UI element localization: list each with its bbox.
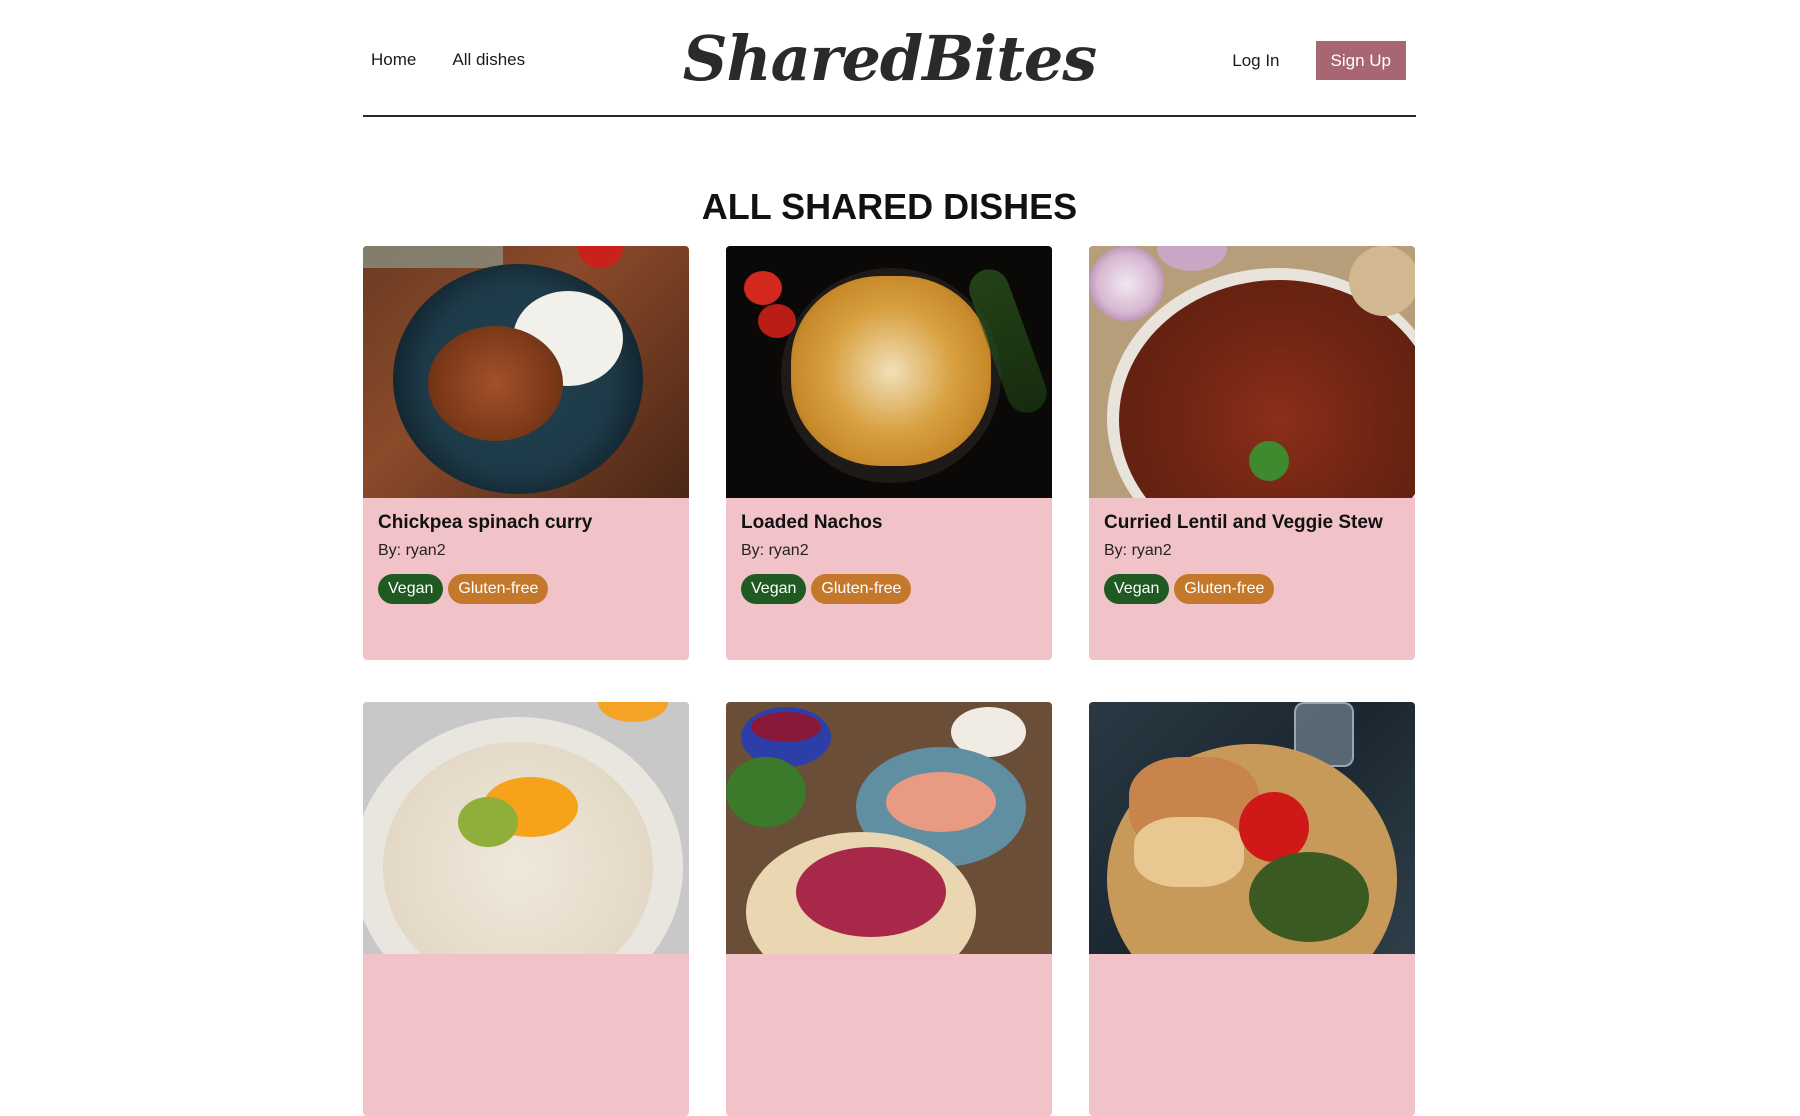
dish-grid: Chickpea spinach curry By: ryan2 Vegan G… <box>363 246 1416 1116</box>
dish-title[interactable]: Chickpea spinach curry <box>378 512 674 534</box>
auth-nav: Log In Sign Up <box>1232 41 1406 80</box>
dish-image <box>1089 702 1415 954</box>
tag-gluten-free[interactable]: Gluten-free <box>811 574 912 604</box>
tag-vegan[interactable]: Vegan <box>378 574 444 604</box>
tag-gluten-free[interactable]: Gluten-free <box>448 574 549 604</box>
dish-image <box>726 702 1052 954</box>
dish-image <box>363 702 689 954</box>
header: Home All dishes SharedBites Log In Sign … <box>363 0 1416 117</box>
tag-vegan[interactable]: Vegan <box>1104 574 1170 604</box>
dish-image <box>363 246 689 498</box>
dish-tags: Vegan Gluten-free <box>1104 574 1400 604</box>
page-title: ALL SHARED DISHES <box>701 186 1078 227</box>
tag-vegan[interactable]: Vegan <box>741 574 807 604</box>
dish-image <box>1089 246 1415 498</box>
dish-card[interactable]: Curried Lentil and Veggie Stew By: ryan2… <box>1089 246 1415 660</box>
login-link[interactable]: Log In <box>1232 51 1279 71</box>
dish-card[interactable]: Loaded Nachos By: ryan2 Vegan Gluten-fre… <box>726 246 1052 660</box>
dish-tags: Vegan Gluten-free <box>741 574 1037 604</box>
dish-card[interactable] <box>726 702 1052 1116</box>
tag-gluten-free[interactable]: Gluten-free <box>1174 574 1275 604</box>
dish-author: By: ryan2 <box>1104 542 1172 559</box>
dish-title[interactable]: Loaded Nachos <box>741 512 1037 534</box>
dish-tags: Vegan Gluten-free <box>378 574 674 604</box>
dish-card[interactable] <box>1089 702 1415 1116</box>
dish-card[interactable]: Chickpea spinach curry By: ryan2 Vegan G… <box>363 246 689 660</box>
page-container: Home All dishes SharedBites Log In Sign … <box>363 0 1416 1116</box>
dish-author: By: ryan2 <box>378 542 446 559</box>
dish-title[interactable]: Curried Lentil and Veggie Stew <box>1104 512 1400 534</box>
dish-card[interactable] <box>363 702 689 1116</box>
dish-author: By: ryan2 <box>741 542 809 559</box>
dish-image <box>726 246 1052 498</box>
signup-button[interactable]: Sign Up <box>1315 41 1406 80</box>
